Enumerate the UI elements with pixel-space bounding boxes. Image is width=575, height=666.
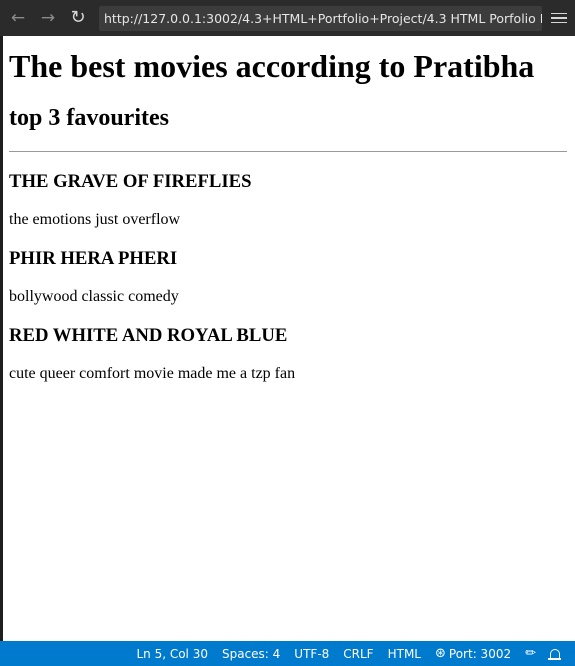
arrow-left-icon[interactable]: ← (3, 0, 33, 36)
browser-toolbar: ← → ↻ http://127.0.0.1:3002/4.3+HTML+Por… (0, 0, 575, 36)
cursor-position[interactable]: Ln 5, Col 30 (129, 647, 215, 661)
arrow-right-icon[interactable]: → (33, 0, 63, 36)
movie-title: PHIR HERA PHERI (9, 248, 178, 269)
feedback-icon[interactable]: ✏ (518, 646, 543, 661)
live-server-port[interactable]: ⊛ Port: 3002 (428, 646, 518, 661)
page-title: The best movies according to Pratibha (9, 48, 535, 84)
language-mode[interactable]: HTML (381, 647, 428, 661)
movie-title: THE GRAVE OF FIREFLIES (9, 171, 252, 192)
address-bar[interactable]: http://127.0.0.1:3002/4.3+HTML+Portfolio… (99, 6, 542, 31)
indentation[interactable]: Spaces: 4 (215, 647, 287, 661)
port-label: Port: 3002 (448, 646, 512, 661)
broadcast-icon: ⊛ (435, 646, 446, 661)
status-bar: Ln 5, Col 30 Spaces: 4 UTF-8 CRLF HTML ⊛… (0, 641, 575, 666)
movie-comment: bollywood classic comedy (9, 288, 179, 305)
url-text: http://127.0.0.1:3002/4.3+HTML+Portfolio… (104, 11, 542, 26)
page-content: The best movies according to Pratibha to… (9, 36, 567, 383)
movie-comment: cute queer comfort movie made me a tzp f… (9, 365, 296, 382)
movie-title: RED WHITE AND ROYAL BLUE (9, 325, 288, 346)
reload-icon[interactable]: ↻ (63, 0, 93, 36)
movie-comment: the emotions just overflow (9, 211, 181, 228)
left-border (0, 36, 3, 641)
line-ending[interactable]: CRLF (336, 647, 380, 661)
hamburger-menu-icon[interactable] (551, 8, 567, 28)
divider (9, 151, 567, 152)
bell-icon[interactable] (543, 648, 575, 660)
page-subtitle: top 3 favourites (9, 105, 169, 131)
encoding[interactable]: UTF-8 (287, 647, 336, 661)
